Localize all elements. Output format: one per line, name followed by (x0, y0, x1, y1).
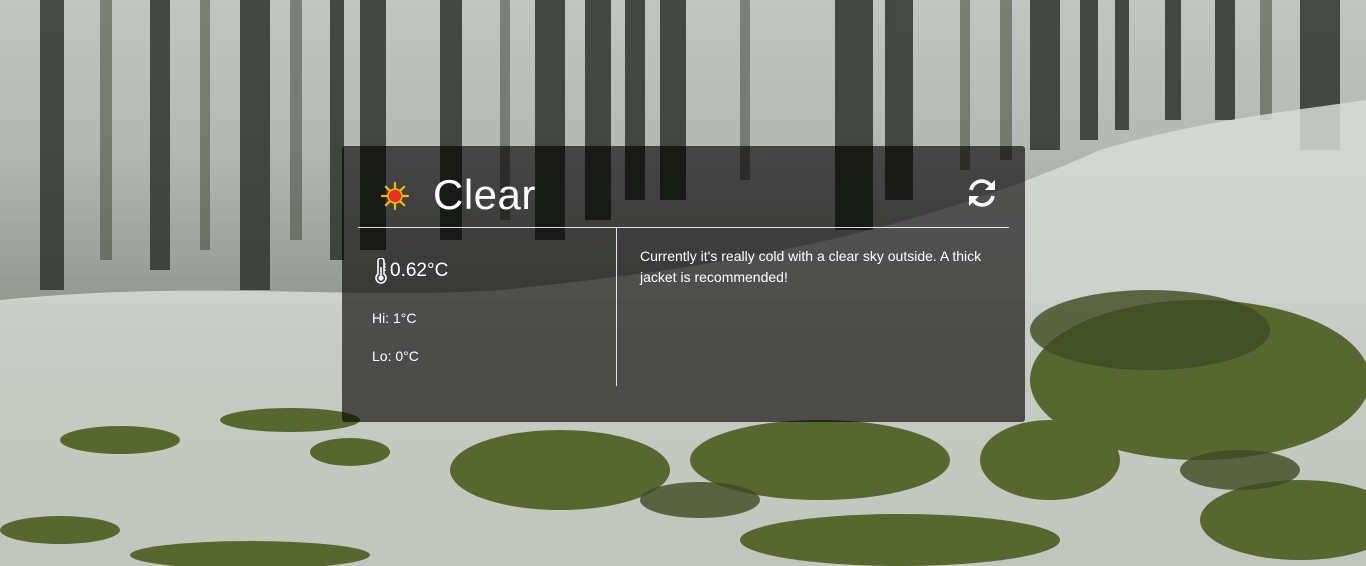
current-temperature: 0.62°C (390, 260, 449, 281)
low-temperature: Lo: 0°C (372, 348, 419, 364)
thermometer-icon (375, 258, 387, 284)
weather-condition: Clear (433, 171, 536, 218)
temperature-panel: 0.62°C Hi: 1°C Lo: 0°C (358, 228, 617, 386)
refresh-icon[interactable] (965, 176, 999, 210)
sun-icon (380, 181, 410, 211)
weather-header: Clear (358, 162, 1009, 228)
weather-card: Clear 0.62°C Hi: 1°C Lo: 0°C Currently i… (342, 146, 1025, 422)
high-temperature: Hi: 1°C (372, 310, 417, 326)
weather-description: Currently it's really cold with a clear … (640, 248, 982, 285)
temperature-row: 0.62°C (372, 258, 448, 284)
